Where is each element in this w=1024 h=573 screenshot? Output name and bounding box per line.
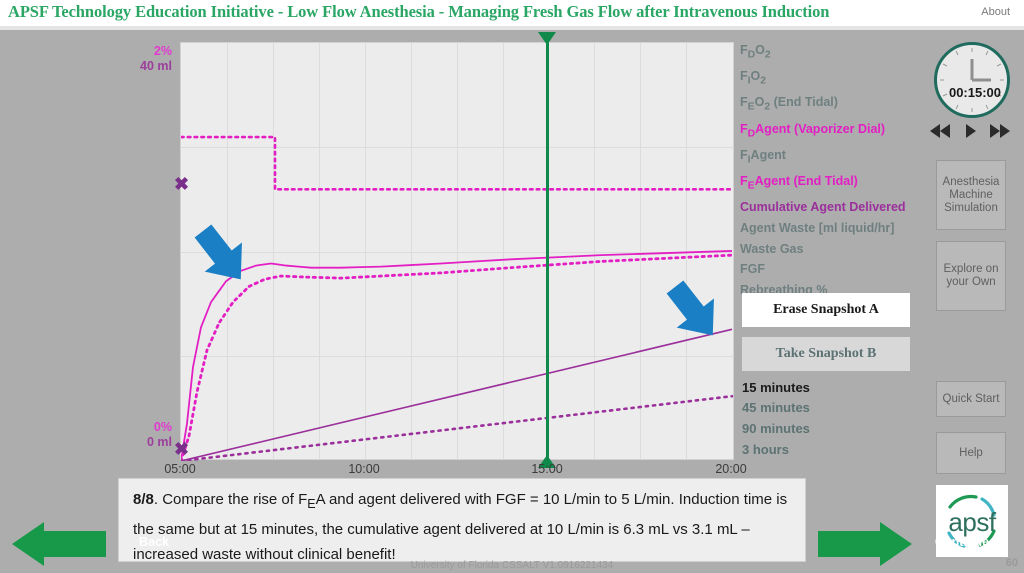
duration-option-45-minutes[interactable]: 45 minutes [742,400,810,415]
start-marker-top-icon: ✖ [174,174,190,194]
legend: FDO2 FIO2 FEO2 (End Tidal) FDAgent (Vapo… [740,40,925,301]
legend-item-waste-gas[interactable]: Waste Gas [740,239,925,260]
legend-item-fio2[interactable]: FIO2 [740,66,925,92]
y-axis-bottom-ml-label: 0 ml [146,435,172,449]
page-title: APSF Technology Education Initiative - L… [8,2,830,21]
continue-button-label: Continue [934,535,990,549]
take-snapshot-b-button[interactable]: Take Snapshot B [742,337,910,371]
legend-item-cumulative-agent-delivered[interactable]: Cumulative Agent Delivered [740,197,925,218]
legend-item-fdo2[interactable]: FDO2 [740,40,925,66]
transport-controls [930,124,1014,142]
legend-item-fgf[interactable]: FGF [740,259,925,280]
help-button[interactable]: Help [936,432,1006,474]
fast-forward-button[interactable] [990,124,1010,138]
x-tick-0: 05:00 [164,462,196,476]
about-link[interactable]: About [981,6,1010,18]
app-header: APSF Technology Education Initiative - L… [0,0,1024,26]
caption-line1-tail: A and agent delivered with FGF = 10 L/mi… [315,491,675,508]
time-cursor-line[interactable] [546,36,549,462]
erase-snapshot-a-button[interactable]: Erase Snapshot A [742,293,910,327]
duration-option-90-minutes[interactable]: 90 minutes [742,421,810,436]
legend-item-agent-waste[interactable]: Agent Waste [ml liquid/hr] [740,218,925,239]
duration-option-15-minutes[interactable]: 15 minutes [742,380,810,395]
legend-item-feo2[interactable]: FEO2 (End Tidal) [740,92,925,118]
footer-credit: University of Florida CSSALT V1.09162214… [410,560,614,571]
clock-face-icon [940,48,1004,112]
x-tick-1: 10:00 [348,462,380,476]
clock-time-value: 00:15:00 [948,85,1002,100]
annotation-arrows [194,224,714,336]
caption-sub-e: E [307,497,316,511]
caption-box: 8/8. Compare the rise of FEA and agent d… [118,478,806,563]
duration-option-3-hours[interactable]: 3 hours [742,442,789,457]
rewind-button[interactable] [930,124,950,138]
play-button[interactable] [966,124,976,138]
y-axis-bottom-percent-label: 0% [153,420,172,434]
quick-start-button[interactable]: Quick Start [936,381,1006,417]
start-marker-bottom-icon: ✖ [174,439,190,459]
x-tick-3: 20:00 [715,462,747,476]
legend-item-feagent[interactable]: FEAgent (End Tidal) [740,171,925,197]
svg-text:apsf: apsf [948,507,996,537]
explore-on-your-own-button[interactable]: Explore on your Own [936,241,1006,311]
y-axis-top-ml-label: 40 ml [140,59,172,73]
y-axis-top-percent-label: 2% [153,44,172,58]
arrow-annotation-rise-icon [194,224,242,280]
x-tick-2: 15:00 [531,462,563,476]
arrow-annotation-cumulative-icon [666,280,714,336]
page-number: 60 [1005,557,1018,569]
caption-line1-head: . Compare the rise of F [153,491,308,508]
legend-item-fiagent[interactable]: FIAgent [740,145,925,171]
plot-canvas[interactable] [180,42,734,461]
anesthesia-machine-simulation-button[interactable]: Anesthesia Machine Simulation [936,160,1006,230]
back-button-label: Back [139,535,169,549]
legend-item-fdagent[interactable]: FDAgent (Vaporizer Dial) [740,119,925,145]
simulation-clock: 00:15:00 [934,42,1010,118]
caption-index: 8/8 [133,491,154,508]
